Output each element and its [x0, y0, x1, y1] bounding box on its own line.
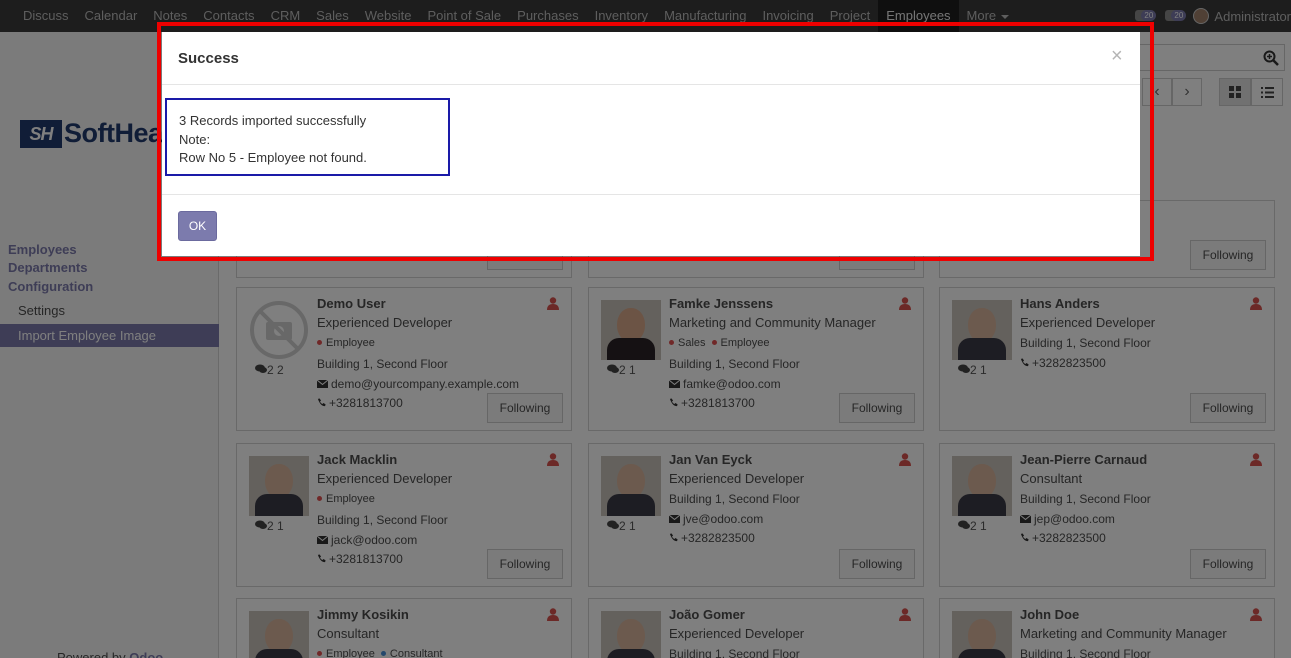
dialog-title: Success: [178, 50, 239, 67]
dialog-message: 3 Records imported successfully Note: Ro…: [165, 98, 450, 176]
message-line: Note:: [179, 131, 211, 147]
dialog-header-divider: [162, 84, 1140, 85]
message-line: 3 Records imported successfully: [179, 113, 367, 128]
dialog-footer-divider: [162, 194, 1140, 195]
success-dialog: Success × 3 Records imported successfull…: [162, 32, 1140, 256]
message-line: Row No 5 - Employee not found.: [179, 150, 367, 165]
close-icon[interactable]: ×: [1111, 45, 1123, 68]
ok-button[interactable]: OK: [178, 211, 217, 241]
